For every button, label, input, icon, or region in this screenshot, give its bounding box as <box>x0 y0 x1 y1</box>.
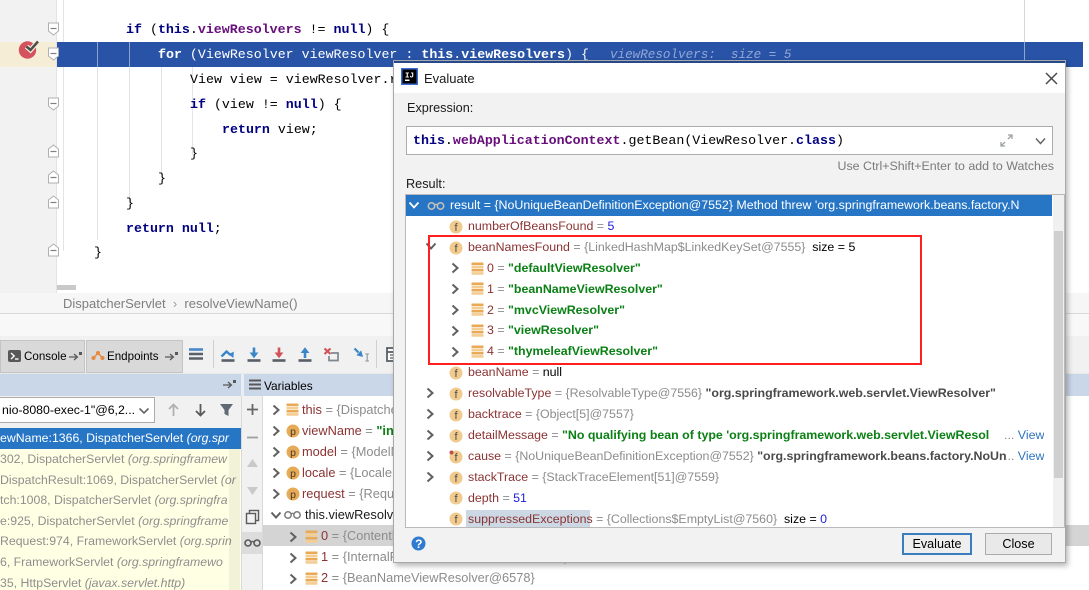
svg-text:p: p <box>290 426 296 438</box>
svg-text:p: p <box>290 489 296 501</box>
svg-text:p: p <box>290 447 296 459</box>
svg-text:IJ: IJ <box>405 73 414 81</box>
svg-text:p: p <box>290 468 296 480</box>
svg-text:?: ? <box>415 537 422 551</box>
